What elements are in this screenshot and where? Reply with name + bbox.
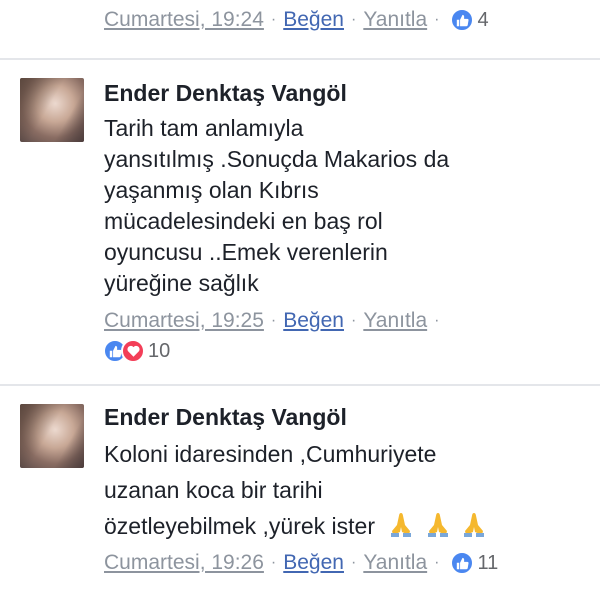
- comment-author[interactable]: Ender Denktaş Vangöl: [104, 80, 347, 107]
- reply-link[interactable]: Yanıtla: [363, 551, 427, 575]
- like-reaction-icon: [450, 551, 475, 575]
- like-link[interactable]: Beğen: [283, 309, 344, 333]
- comment-meta-top: Cumartesi, 19:24 · Beğen · Yanıtla · 4: [104, 8, 489, 32]
- reply-link[interactable]: Yanıtla: [363, 8, 427, 32]
- like-link[interactable]: Beğen: [283, 551, 344, 575]
- timestamp-link[interactable]: Cumartesi, 19:24: [104, 8, 264, 32]
- timestamp-link[interactable]: Cumartesi, 19:26: [104, 551, 264, 575]
- reaction-count: 11: [477, 551, 499, 574]
- love-reaction-icon: [121, 339, 145, 363]
- like-link[interactable]: Beğen: [283, 8, 344, 32]
- timestamp-link[interactable]: Cumartesi, 19:25: [104, 309, 264, 333]
- comment-meta: Cumartesi, 19:26 · Beğen · Yanıtla · 11: [104, 551, 499, 575]
- reply-link[interactable]: Yanıtla: [363, 309, 427, 333]
- reaction-count: 4: [477, 8, 489, 31]
- reaction-summary[interactable]: 10: [103, 339, 170, 363]
- reaction-summary[interactable]: 4: [450, 8, 489, 32]
- avatar[interactable]: [20, 404, 84, 468]
- comment-meta: Cumartesi, 19:25 · Beğen · Yanıtla ·: [104, 309, 440, 333]
- like-reaction-icon: [450, 8, 475, 32]
- divider: [0, 58, 600, 60]
- comment-author[interactable]: Ender Denktaş Vangöl: [104, 404, 347, 431]
- comment-text: Tarih tam anlamıyla yansıtılmış .Sonuçda…: [104, 115, 450, 296]
- avatar[interactable]: [20, 78, 84, 142]
- reaction-summary[interactable]: 11: [450, 551, 498, 575]
- divider: [0, 384, 600, 386]
- folded-hands-icon: [385, 513, 488, 539]
- comment-text: Koloni idaresinden ,Cumhuriyete uzanan k…: [104, 436, 574, 544]
- reaction-count: 10: [148, 339, 171, 362]
